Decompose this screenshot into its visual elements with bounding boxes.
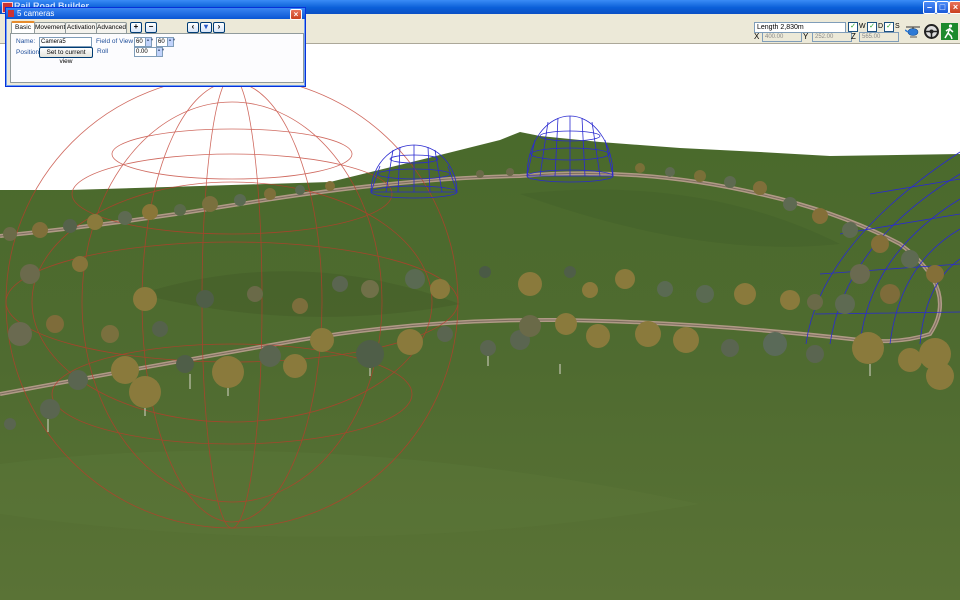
x-coord-field[interactable]: 400.00 [762, 32, 802, 42]
close-button[interactable]: × [949, 1, 960, 14]
z-coord-field[interactable]: 565.00 [859, 32, 899, 42]
y-coord-field[interactable]: 252.00 [812, 32, 852, 42]
roll-input[interactable]: 0.00 [134, 47, 157, 57]
field-of-view-label: Field of View [96, 38, 134, 45]
x-coord-label: X [754, 32, 760, 41]
previous-camera-button[interactable]: ‹ [187, 22, 199, 33]
d-checkbox[interactable]: ✓ [867, 22, 877, 32]
tab-advanced[interactable]: Advanced [96, 22, 127, 33]
fov-spinner-1[interactable]: ▲▼ [145, 37, 154, 47]
roll-label: Roll [97, 48, 109, 55]
d-checkbox-label: D [878, 23, 884, 30]
cameras-dialog[interactable]: 5 cameras × Basic Movement Activation Ad… [5, 7, 306, 87]
set-to-current-view-button[interactable]: Set to current view [39, 47, 93, 65]
steering-wheel-icon[interactable] [923, 23, 940, 40]
tab-activation[interactable]: Activation [65, 22, 97, 33]
helicopter-icon[interactable] [905, 23, 922, 40]
s-checkbox-label: S [895, 23, 900, 30]
minimize-button[interactable]: – [923, 1, 936, 14]
s-checkbox[interactable]: ✓ [884, 22, 894, 32]
w-checkbox[interactable]: ✓ [848, 22, 858, 32]
camera-name-input[interactable]: Camera5 [39, 37, 92, 47]
camera-dropdown-button[interactable]: ▾ [200, 22, 212, 33]
z-coord-label: Z [851, 32, 856, 41]
dialog-titlebar[interactable]: 5 cameras × [6, 8, 305, 20]
w-checkbox-label: W [859, 23, 866, 30]
remove-camera-button[interactable]: − [145, 22, 157, 33]
dialog-app-icon [8, 10, 14, 17]
fov-spinner-2[interactable]: ▲▼ [167, 37, 176, 47]
maximize-button[interactable]: □ [936, 1, 949, 14]
y-coord-label: Y [803, 32, 809, 41]
dialog-close-button[interactable]: × [290, 9, 302, 20]
add-camera-button[interactable]: + [130, 22, 142, 33]
3d-viewport[interactable] [0, 44, 960, 600]
dialog-title: 5 cameras [17, 9, 55, 18]
tab-movement[interactable]: Movement [34, 22, 66, 33]
app-window: Rail Road Builder – □ × Length 2,830m ✓ … [0, 0, 960, 600]
position-label: Position: [16, 49, 41, 56]
next-camera-button[interactable]: › [213, 22, 225, 33]
basic-tab-panel: Name: Camera5 Field of View 60 ▲▼ 60 ▲▼ … [10, 33, 304, 83]
name-label: Name: [16, 38, 36, 45]
roll-spinner[interactable]: ▲▼ [156, 47, 165, 57]
walking-person-icon[interactable] [941, 23, 958, 40]
